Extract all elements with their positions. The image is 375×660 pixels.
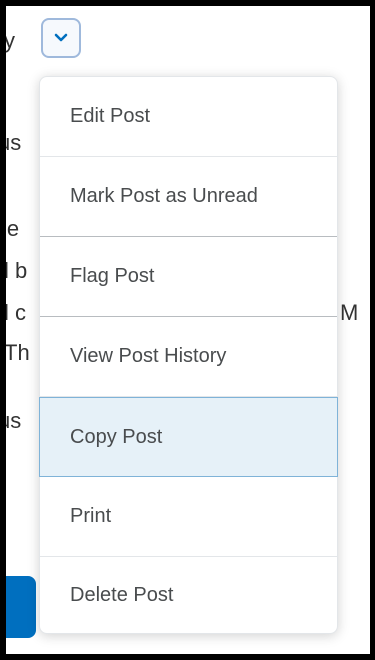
chevron-down-icon	[54, 33, 68, 43]
menu-item-label: Copy Post	[70, 425, 163, 448]
menu-item-mark-unread[interactable]: Mark Post as Unread	[40, 157, 337, 237]
background-text: M	[340, 300, 359, 325]
menu-item-label: Flag Post	[70, 265, 155, 287]
post-actions-menu: Edit Post Mark Post as Unread Flag Post …	[39, 76, 338, 634]
background-text: l b	[6, 258, 28, 283]
menu-item-delete-post[interactable]: Delete Post	[40, 557, 337, 633]
background-text: y	[6, 28, 15, 53]
menu-item-flag-post[interactable]: Flag Post	[40, 237, 337, 317]
menu-item-edit-post[interactable]: Edit Post	[40, 77, 337, 157]
background-text: us	[6, 408, 22, 433]
menu-item-copy-post[interactable]: Copy Post	[39, 397, 338, 477]
background-text: us	[6, 130, 22, 155]
menu-item-label: View Post History	[70, 345, 227, 367]
menu-item-print[interactable]: Print	[40, 477, 337, 557]
background-text: Th	[6, 340, 30, 365]
menu-item-label: Delete Post	[70, 583, 174, 606]
menu-item-label: Print	[70, 505, 112, 527]
background-text: ie	[6, 216, 20, 241]
screenshot-frame: y us ie l b l c Th us M Edit Post Mark P…	[0, 0, 375, 660]
discussion-page: y us ie l b l c Th us M Edit Post Mark P…	[6, 6, 370, 654]
post-actions-toggle-button[interactable]	[41, 18, 81, 58]
menu-item-label: Mark Post as Unread	[70, 185, 258, 207]
menu-item-view-history[interactable]: View Post History	[40, 317, 337, 397]
menu-item-label: Edit Post	[70, 105, 151, 127]
background-text: l c	[6, 300, 26, 325]
primary-action-button[interactable]	[6, 576, 36, 638]
